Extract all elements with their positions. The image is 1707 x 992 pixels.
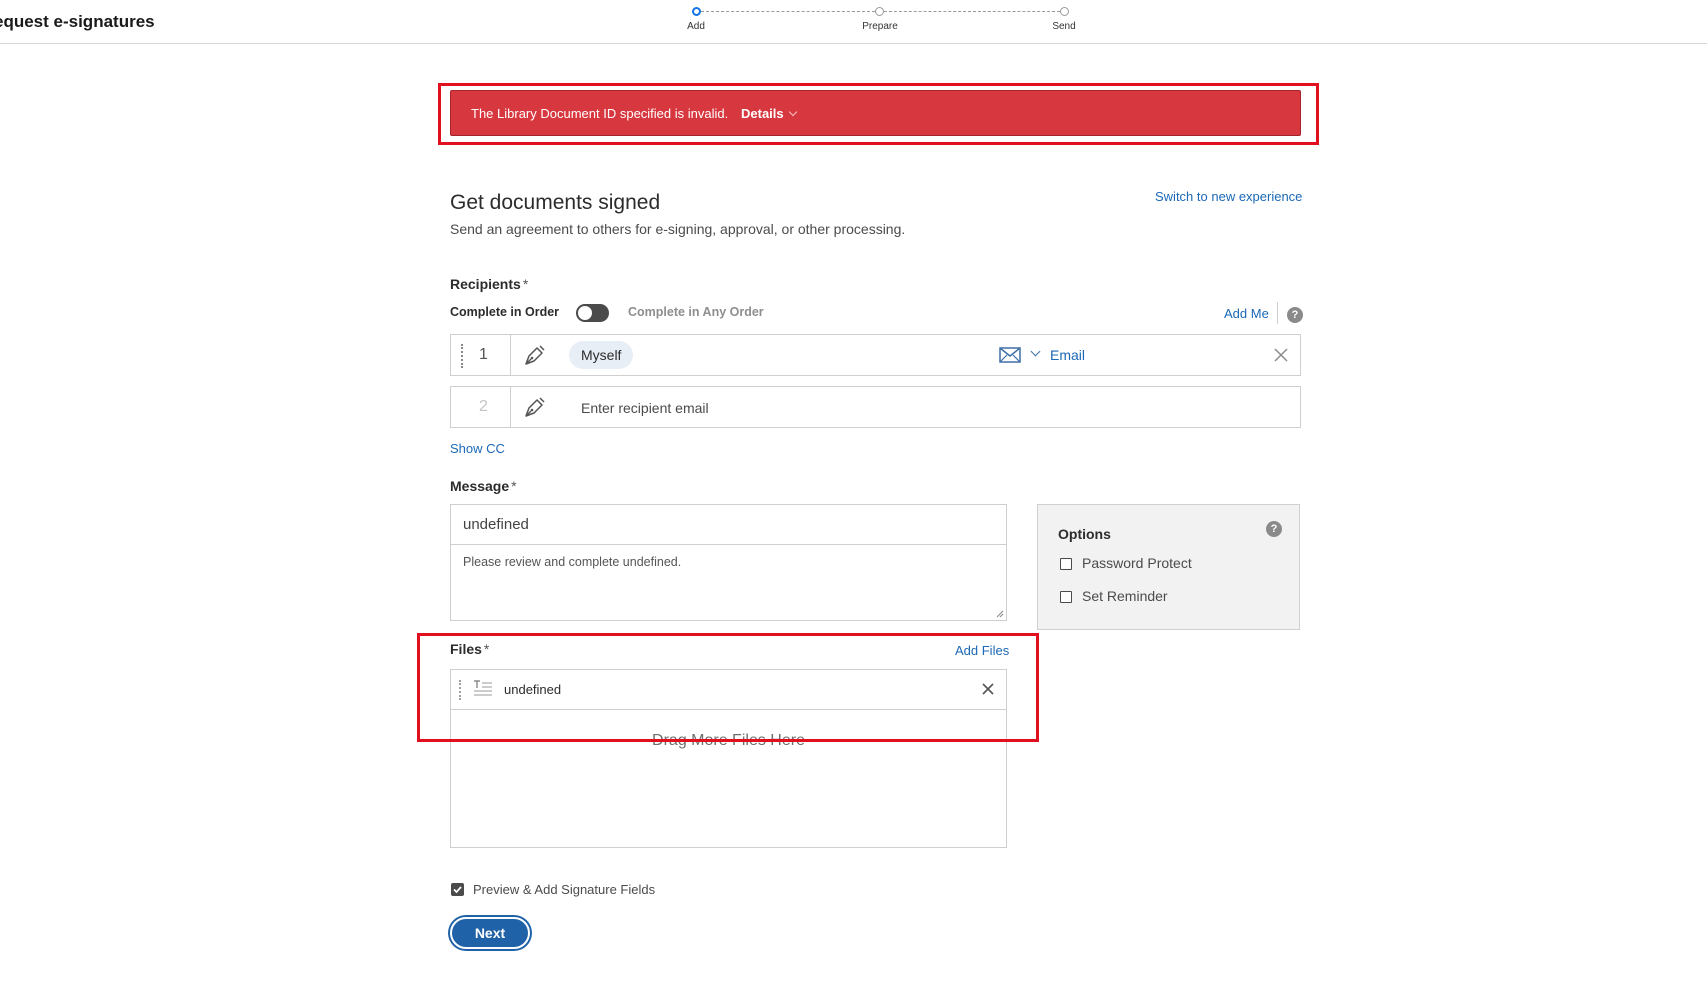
mail-icon[interactable]: [999, 347, 1021, 363]
divider: [1277, 302, 1278, 324]
required-mark: *: [522, 276, 529, 292]
error-message: The Library Document ID specified is inv…: [471, 106, 729, 121]
options-title: Options: [1058, 526, 1111, 542]
message-label-text: Message: [450, 478, 510, 494]
recipient-row-1: 1 Myself Email: [450, 334, 1301, 376]
recipient-order-number: 2: [479, 398, 488, 415]
help-icon[interactable]: ?: [1266, 521, 1282, 537]
toggle-knob: [578, 306, 592, 320]
order-toggle[interactable]: [576, 304, 609, 322]
message-subject-input[interactable]: undefined: [451, 505, 1006, 545]
step-prepare-dot: [875, 7, 884, 16]
recipients-label: Recipients *: [450, 276, 528, 292]
resize-handle-icon[interactable]: [996, 610, 1004, 618]
checkmark-icon: [453, 886, 462, 894]
annotation-highlight-files: [417, 633, 1039, 742]
close-icon[interactable]: [1274, 348, 1288, 362]
message-label: Message *: [450, 478, 517, 494]
error-details-label: Details: [741, 106, 784, 121]
recipient-chip[interactable]: Myself: [569, 341, 634, 369]
error-details-toggle[interactable]: Details: [741, 106, 797, 121]
next-button[interactable]: Next: [450, 917, 530, 949]
step-connector: [884, 11, 1060, 12]
step-add-dot: [692, 7, 701, 16]
page-subtitle: Send an agreement to others for e-signin…: [450, 221, 906, 237]
show-cc-link[interactable]: Show CC: [450, 441, 505, 456]
pen-icon[interactable]: [523, 344, 547, 366]
set-reminder-label: Set Reminder: [1082, 588, 1168, 604]
progress-stepper: Add Prepare Send: [687, 6, 1076, 36]
add-me-link[interactable]: Add Me: [1224, 306, 1269, 321]
switch-experience-link[interactable]: Switch to new experience: [1155, 189, 1302, 204]
help-icon[interactable]: ?: [1287, 307, 1303, 323]
complete-in-order-label: Complete in Order: [450, 305, 560, 319]
complete-any-order-label: Complete in Any Order: [628, 305, 764, 319]
recipient-row-2: 2 Enter recipient email: [450, 386, 1301, 428]
set-reminder-checkbox[interactable]: [1060, 591, 1072, 603]
message-box: undefined Please review and complete und…: [450, 504, 1007, 621]
message-body-textarea[interactable]: Please review and complete undefined.: [463, 555, 681, 569]
recipient-email-input[interactable]: Enter recipient email: [581, 400, 709, 416]
required-mark: *: [511, 478, 517, 494]
divider: [510, 387, 511, 427]
chevron-down-icon: [788, 107, 797, 117]
drag-handle-icon[interactable]: [461, 344, 463, 368]
options-panel: Options ? Password Protect Set Reminder: [1037, 504, 1300, 630]
error-banner: The Library Document ID specified is inv…: [450, 90, 1301, 136]
recipients-label-text: Recipients: [450, 276, 521, 292]
preview-label: Preview & Add Signature Fields: [473, 882, 656, 897]
pen-icon[interactable]: [523, 396, 547, 418]
step-connector: [701, 11, 875, 12]
step-send-label: Send: [1052, 21, 1076, 32]
app-title: equest e-signatures: [0, 12, 155, 31]
auth-method-dropdown[interactable]: Email: [1050, 347, 1085, 363]
step-send-dot: [1060, 7, 1069, 16]
divider: [510, 335, 511, 375]
password-protect-label: Password Protect: [1082, 555, 1192, 571]
recipient-order-number: 1: [479, 346, 488, 363]
top-header: equest e-signatures Add Prepare Send: [0, 0, 1707, 44]
preview-checkbox[interactable]: [451, 883, 464, 896]
step-add-label: Add: [687, 21, 705, 32]
step-prepare-label: Prepare: [862, 21, 898, 32]
password-protect-checkbox[interactable]: [1060, 558, 1072, 570]
chevron-down-icon[interactable]: [1030, 346, 1041, 357]
page-title: Get documents signed: [450, 191, 661, 214]
